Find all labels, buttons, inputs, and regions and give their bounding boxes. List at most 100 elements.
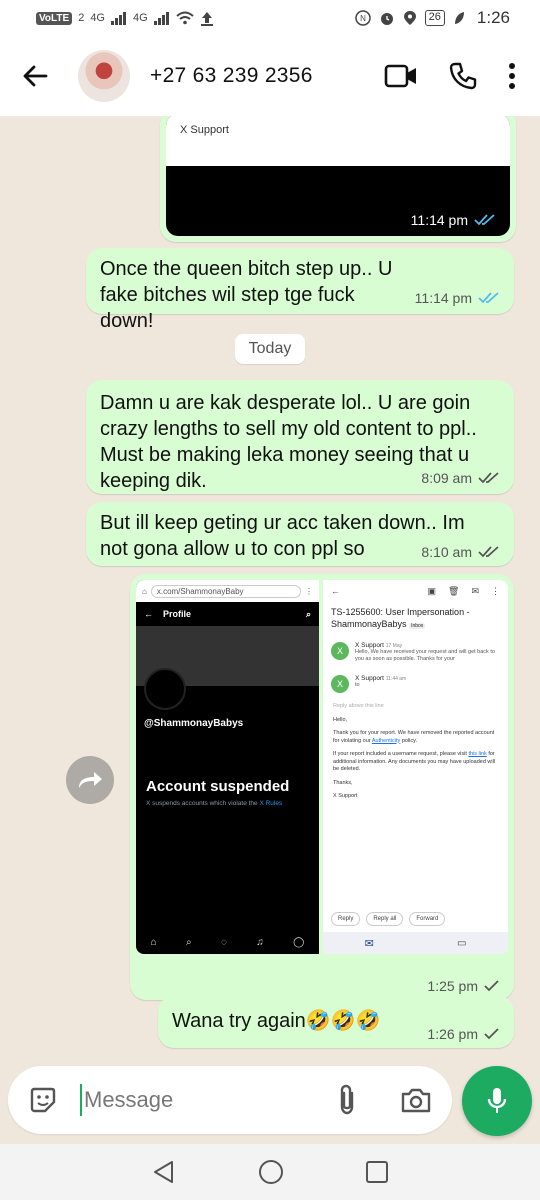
outgoing-message[interactable]: But ill keep geting ur acc taken down.. … — [86, 502, 514, 566]
home-icon: ⌂ — [142, 586, 147, 596]
email-body: Reply above this line Hello, Thank you f… — [323, 699, 508, 811]
upload-icon — [200, 12, 213, 26]
meet-icon: ▭ — [456, 937, 467, 949]
reply-button: Reply — [331, 912, 361, 926]
more-vert-icon: ⋮ — [491, 585, 500, 596]
clock: 1:26 — [476, 8, 510, 27]
date-divider: Today — [235, 334, 305, 364]
bell-icon: ♫ — [256, 936, 264, 948]
message-time: 11:14 pm — [410, 212, 468, 228]
email-snippet: Hello, We have received your request and… — [355, 649, 495, 662]
message-icon: ◯ — [293, 936, 305, 948]
nav-home-icon[interactable] — [258, 1159, 284, 1185]
x-rules-link: X Rules — [259, 800, 283, 807]
sender-line: X Support 17 May — [355, 642, 500, 649]
sender-avatar: X — [331, 675, 349, 693]
sender-avatar: X — [331, 642, 349, 660]
inbox-tag: Inbox — [409, 623, 426, 629]
browser-url-bar: ⌂ x.com/ShammonayBaby ⋮ — [136, 580, 319, 602]
message-text: Once the queen bitch step up.. U fake bi… — [100, 258, 393, 332]
outgoing-message[interactable]: Once the queen bitch step up.. U fake bi… — [86, 248, 514, 332]
nav-recents-icon[interactable] — [365, 1160, 389, 1184]
message-input-container[interactable]: Message — [8, 1066, 452, 1134]
network-type-1: 4G — [90, 12, 105, 24]
volte-badge: VoLTE — [36, 11, 73, 25]
email-subject-text: TS-1255600: User Impersonation - Shammon… — [331, 607, 470, 629]
text-caret — [80, 1084, 82, 1116]
camera-icon[interactable] — [400, 1086, 432, 1114]
nav-back-icon[interactable] — [151, 1159, 177, 1185]
emoji: 🤣🤣🤣 — [305, 1010, 381, 1032]
sender-name: X Support — [355, 642, 384, 649]
mic-icon — [487, 1088, 507, 1113]
more-vert-icon[interactable] — [508, 62, 516, 90]
screenshot-x-profile[interactable]: ⌂ x.com/ShammonayBaby ⋮ ← Profile ⌕ @Sha… — [136, 580, 319, 954]
email-actions: Reply Reply all Forward — [331, 912, 446, 926]
grok-icon: ◌ — [220, 936, 227, 948]
chat-header: +27 63 239 2356 — [0, 36, 540, 116]
back-arrow-icon: ← — [144, 609, 153, 619]
forward-button[interactable] — [66, 756, 114, 804]
mic-button[interactable] — [462, 1066, 532, 1136]
email-toolbar: ← ▣ 🗑 ✉ ⋮ — [323, 580, 508, 602]
message-list[interactable]: X Support 11:14 pm Once the queen bitch … — [0, 116, 540, 1056]
message-time: 8:10 am — [421, 544, 472, 560]
x-bottom-nav: ⌂ ⌕ ◌ ♫ ◯ — [136, 930, 319, 954]
sim-indicator: 2 — [78, 12, 85, 24]
forward-icon — [79, 772, 102, 788]
location-icon — [403, 11, 416, 25]
message-time: 1:25 pm — [427, 978, 478, 994]
email-link: Authenticity — [371, 737, 401, 744]
sender-line: X Support 11:44 am — [355, 675, 406, 682]
email-time: 11:44 am — [385, 676, 407, 682]
search-icon: ⌕ — [305, 608, 311, 619]
email-thread-item: X X Support 17 May Hello, We have receiv… — [323, 636, 508, 669]
image-thumbnail[interactable]: X Support 11:14 pm — [166, 116, 510, 236]
email-paragraph-1: Thank you for your report. We have remov… — [333, 730, 498, 745]
message-meta: 11:14 pm — [415, 290, 500, 306]
screenshot-email[interactable]: ← ▣ 🗑 ✉ ⋮ TS-1255600: User Impersonation… — [323, 580, 508, 954]
system-nav-bar — [0, 1144, 540, 1200]
x-suspended-headline: Account suspended — [146, 778, 290, 795]
x-handle: @ShammonayBabys — [144, 718, 244, 729]
more-vert-icon: ⋮ — [305, 586, 313, 596]
sent-tick-icon — [484, 1028, 499, 1040]
back-arrow-icon: ← — [331, 586, 340, 596]
x-topbar: ← Profile ⌕ — [136, 602, 319, 626]
archive-icon: ▣ — [427, 585, 437, 596]
signal-icon — [153, 12, 169, 25]
email-text: If your report included a username reque… — [333, 751, 467, 757]
sticker-icon[interactable] — [28, 1085, 58, 1115]
message-meta: 1:26 pm — [427, 1026, 500, 1042]
email-thread-item: X X Support 11:44 am to — [323, 669, 508, 699]
message-input[interactable]: Message — [84, 1087, 173, 1113]
signal-icon — [111, 12, 126, 25]
leaf-icon — [454, 12, 464, 24]
image-message[interactable]: ⌂ x.com/ShammonayBaby ⋮ ← Profile ⌕ @Sha… — [130, 574, 514, 1000]
battery-level: 26 — [424, 10, 445, 26]
email-link: this link — [468, 751, 487, 757]
email-text: policy. — [401, 737, 417, 744]
outgoing-message[interactable]: Wana try again🤣🤣🤣 1:26 pm — [158, 996, 514, 1048]
reply-all-button: Reply all — [366, 912, 404, 926]
message-time: 11:14 pm — [414, 290, 472, 306]
sender-name: X Support — [355, 675, 384, 682]
email-paragraph-2: If your report included a username reque… — [333, 751, 498, 774]
video-call-icon[interactable] — [384, 63, 418, 89]
back-button[interactable] — [0, 62, 70, 90]
contact-name[interactable]: +27 63 239 2356 — [150, 64, 313, 88]
message-meta: 8:09 am — [421, 470, 500, 486]
read-ticks-icon — [474, 214, 495, 226]
avatar[interactable] — [78, 50, 130, 102]
home-icon: ⌂ — [150, 936, 157, 948]
x-page-title: Profile — [163, 609, 192, 619]
attach-icon[interactable] — [336, 1083, 358, 1117]
email-greeting: Hello, — [333, 716, 348, 723]
outgoing-message[interactable]: Damn u are kak desperate lol.. U are goi… — [86, 380, 514, 494]
image-message[interactable]: X Support 11:14 pm — [160, 116, 516, 242]
image-caption-preview: X Support — [166, 116, 510, 166]
browser-url: x.com/ShammonayBaby — [150, 584, 301, 598]
phone-icon[interactable] — [448, 61, 478, 91]
message-time: 8:09 am — [421, 470, 472, 486]
alarm-icon — [380, 13, 393, 25]
